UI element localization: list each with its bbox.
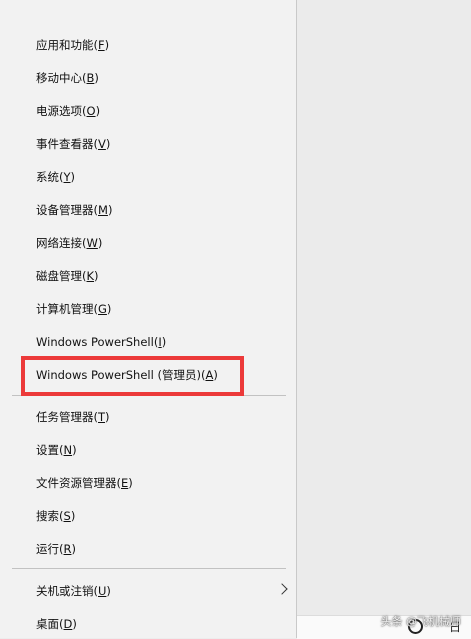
menu-item-label: 计算机管理(G) (36, 302, 112, 316)
menu-item-label: 事件查看器(V) (36, 137, 111, 151)
menu-item-mobility-center[interactable]: 移动中心(B) (0, 63, 296, 93)
menu-item-disk-management[interactable]: 磁盘管理(K) (0, 261, 296, 291)
menu-item-label: Windows PowerShell(I) (36, 335, 167, 349)
menu-item-label: 关机或注销(U) (36, 584, 111, 598)
menu-item-label: 文件资源管理器(E) (36, 476, 133, 490)
menu-item-label: 电源选项(O) (36, 104, 101, 118)
menu-item-label: 应用和功能(F) (36, 38, 110, 52)
menu-item-device-manager[interactable]: 设备管理器(M) (0, 195, 296, 225)
menu-item-network-connections[interactable]: 网络连接(W) (0, 228, 296, 258)
menu-item-label: 磁盘管理(K) (36, 269, 99, 283)
menu-item-file-explorer[interactable]: 文件资源管理器(E) (0, 468, 296, 498)
menu-item-task-manager[interactable]: 任务管理器(T) (0, 402, 296, 432)
menu-item-power-options[interactable]: 电源选项(O) (0, 96, 296, 126)
watermark: 头条 @飞机械师 (380, 615, 462, 628)
menu-item-label: 任务管理器(T) (36, 410, 110, 424)
menu-item-run[interactable]: 运行(R) (0, 534, 296, 564)
menu-item-label: 移动中心(B) (36, 71, 99, 85)
menu-item-search[interactable]: 搜索(S) (0, 501, 296, 531)
menu-item-label: 设备管理器(M) (36, 203, 113, 217)
menu-item-label: 搜索(S) (36, 509, 76, 523)
desktop-background (297, 0, 471, 615)
menu-item-event-viewer[interactable]: 事件查看器(V) (0, 129, 296, 159)
menu-item-shutdown-or-sign-out[interactable]: 关机或注销(U) (0, 576, 296, 606)
menu-item-system[interactable]: 系统(Y) (0, 162, 296, 192)
menu-item-desktop[interactable]: 桌面(D) (0, 609, 296, 639)
winx-context-menu: 应用和功能(F) 移动中心(B) 电源选项(O) 事件查看器(V) 系统(Y) … (0, 0, 297, 638)
chevron-right-icon (276, 583, 288, 595)
menu-item-apps-and-features[interactable]: 应用和功能(F) (0, 30, 296, 60)
menu-item-windows-powershell[interactable]: Windows PowerShell(I) (0, 327, 296, 357)
highlight-annotation-box (21, 356, 244, 396)
menu-item-label: 系统(Y) (36, 170, 76, 184)
menu-item-settings[interactable]: 设置(N) (0, 435, 296, 465)
menu-item-label: 网络连接(W) (36, 236, 103, 250)
menu-item-label: 桌面(D) (36, 617, 77, 631)
menu-item-computer-management[interactable]: 计算机管理(G) (0, 294, 296, 324)
menu-item-label: 运行(R) (36, 542, 76, 556)
menu-separator (12, 568, 286, 569)
menu-item-label: 设置(N) (36, 443, 77, 457)
